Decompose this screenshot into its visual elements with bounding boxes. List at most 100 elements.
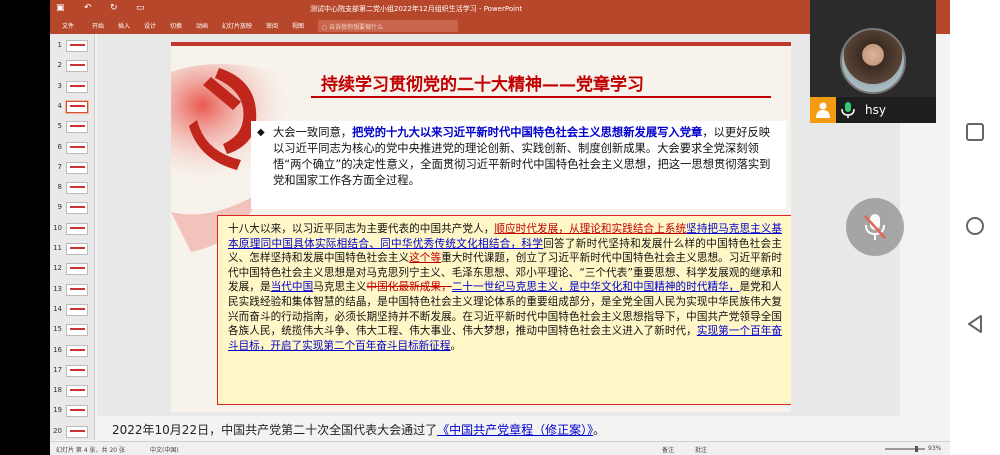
caption-suffix: 。 <box>593 423 606 437</box>
p2-text-h: 马克思主义 <box>313 281 367 294</box>
p2-text-a: 十八大以来，以习近平同志为主要代表的中国共产党人， <box>228 223 495 235</box>
slide-thumbnail-preview <box>66 121 88 134</box>
slide-thumbnail[interactable]: 1 <box>52 40 92 52</box>
slide-thumbnail-number: 16 <box>53 345 62 354</box>
slide-thumbnail[interactable]: 19 <box>52 405 92 418</box>
tab-home[interactable]: 开始 <box>92 21 104 30</box>
microphone-icon[interactable] <box>840 101 856 119</box>
participant-avatar <box>840 28 906 94</box>
p2-text-m: 。 <box>450 339 462 352</box>
p1-text-a: 大会一致同意， <box>273 126 353 139</box>
tab-view[interactable]: 视图 <box>292 21 304 30</box>
zoom-level[interactable]: 93% <box>928 445 941 452</box>
slide-thumbnail-number: 7 <box>57 162 62 171</box>
slide-thumbnail-preview <box>66 263 88 276</box>
slide-thumbnail-preview <box>66 141 88 154</box>
slide-thumbnail-preview <box>66 303 88 316</box>
slide-thumbnail-number: 11 <box>53 244 62 252</box>
slide-thumbnail-number: 18 <box>53 386 62 395</box>
slide-thumbnail-number: 2 <box>57 61 62 70</box>
p2-blue-underline-2: 当代中国 <box>270 281 314 294</box>
slide-thumbnail-number: 15 <box>53 325 62 334</box>
slide-thumbnail-number: 4 <box>57 101 62 110</box>
slide-thumbnail-number: 12 <box>53 264 62 273</box>
mic-off-icon <box>864 214 886 240</box>
slide-thumbnail-preview <box>66 100 88 113</box>
tab-design[interactable]: 设计 <box>144 21 156 30</box>
paragraph-2-box: 十八大以来，以习近平同志为主要代表的中国共产党人，顺应时代发展，从理论和实践结合… <box>217 215 791 405</box>
slide-thumbnail[interactable]: 14 <box>52 303 92 316</box>
slide-thumbnail[interactable]: 16 <box>52 344 92 357</box>
slide-thumbnail-number: 19 <box>53 406 62 415</box>
recents-icon[interactable] <box>963 120 987 144</box>
comments-button[interactable]: 批注 <box>695 445 707 454</box>
slide-title: 持续学习贯彻党的二十大精神——党章学习 <box>321 75 644 95</box>
slide-thumbnail-preview <box>66 40 88 52</box>
tab-review[interactable]: 审阅 <box>266 21 278 30</box>
undo-icon[interactable]: ↶ <box>84 3 92 13</box>
slide-thumbnail-preview <box>66 182 88 195</box>
redo-icon[interactable]: ↻ <box>110 3 118 13</box>
tab-animations[interactable]: 动画 <box>196 21 208 30</box>
slide-thumbnail[interactable]: 3 <box>52 80 92 93</box>
language-indicator[interactable]: 中文(中国) <box>150 445 179 454</box>
tab-slideshow[interactable]: 幻灯片放映 <box>222 21 252 30</box>
slide-thumbnail[interactable]: 7 <box>52 161 92 174</box>
status-bar: 幻灯片 第 4 张，共 20 张 中文(中国) 备注 批注 93% <box>50 441 950 455</box>
slide-thumbnail[interactable]: 10 <box>52 222 92 235</box>
slide-thumbnail[interactable]: 13 <box>52 283 92 296</box>
slide-thumbnail[interactable]: 17 <box>52 364 92 377</box>
slide-thumbnail-preview <box>66 425 88 438</box>
slide-thumbnail-number: 20 <box>53 426 62 435</box>
tab-insert[interactable]: 插入 <box>118 21 130 30</box>
slide-thumbnail-preview <box>66 161 88 174</box>
video-tile[interactable]: hsy <box>810 0 936 123</box>
slide-thumbnail[interactable]: 12 <box>52 263 92 276</box>
window-title: 测试中心院支部第二党小组2022年12月组织生活学习 - PowerPoint <box>310 5 523 13</box>
back-icon[interactable] <box>963 312 987 336</box>
slide-thumbnail-preview <box>66 60 88 73</box>
zoom-slider[interactable] <box>885 446 925 452</box>
slide-thumbnail-preview <box>66 324 88 337</box>
tab-file[interactable]: 文件 <box>62 21 74 30</box>
slide-thumbnail-preview <box>66 202 88 215</box>
bullet: ◆ <box>257 127 265 138</box>
slide-thumbnail[interactable]: 18 <box>52 385 92 398</box>
slide-thumbnail-number: 3 <box>57 81 62 90</box>
person-icon[interactable] <box>810 97 836 123</box>
title-underline <box>311 96 771 98</box>
slide-thumbnail[interactable]: 6 <box>52 141 92 154</box>
slide-thumbnail[interactable]: 11 <box>52 243 92 255</box>
slide-thumbnail-preview <box>66 364 88 377</box>
muted-mic-button[interactable] <box>846 198 904 256</box>
slide-thumbnail-number: 8 <box>57 183 62 192</box>
slide-thumbnail-preview <box>66 283 88 296</box>
participant-name: hsy <box>865 103 886 117</box>
paragraph-1: ◆ 大会一致同意，把党的十九大以来习近平新时代中国特色社会主义思想新发展写入党章… <box>251 121 786 209</box>
p2-red-underline-2: 这个等 <box>409 252 442 265</box>
slide-thumbnail-preview <box>66 405 88 418</box>
slide-thumbnail-number: 1 <box>57 41 62 49</box>
present-icon[interactable]: ▭ <box>136 3 145 13</box>
search-box[interactable]: ○ 告诉我你想要做什么 <box>318 20 458 32</box>
slide-thumbnail[interactable]: 4 <box>52 100 92 113</box>
slide-thumbnail-number: 5 <box>57 122 62 131</box>
slide-thumbnail[interactable]: 20 <box>52 425 92 438</box>
slide-thumbnail-preview <box>66 243 88 255</box>
slide-thumbnail[interactable]: 5 <box>52 121 92 134</box>
home-icon[interactable] <box>963 214 987 238</box>
notes-button[interactable]: 备注 <box>662 445 674 454</box>
slide-thumbnail[interactable]: 15 <box>52 324 92 337</box>
search-placeholder: 告诉我你想要做什么 <box>329 24 384 31</box>
slide-thumbnail[interactable]: 9 <box>52 202 92 215</box>
slide-thumbnail-preview <box>66 80 88 93</box>
slide-thumbnail-preview <box>66 385 88 398</box>
slide[interactable]: 持续学习贯彻党的二十大精神——党章学习 ◆ 大会一致同意，把党的十九大以来习近平… <box>171 42 791 412</box>
slide-thumbnail[interactable]: 8 <box>52 182 92 195</box>
notes-caption[interactable]: 2022年10月22日，中国共产党第二十次全国代表大会通过了《中国共产党章程（修… <box>112 421 605 438</box>
tab-transitions[interactable]: 切换 <box>170 21 182 30</box>
slide-thumbnail[interactable]: 2 <box>52 60 92 73</box>
p1-highlight: 把党的十九大以来习近平新时代中国特色社会主义思想新发展写入党章 <box>352 126 703 139</box>
save-icon[interactable]: ▣ <box>56 3 65 13</box>
p2-red-underline: 顺应时代发展，从理论和实践结合上系统 <box>494 223 687 235</box>
